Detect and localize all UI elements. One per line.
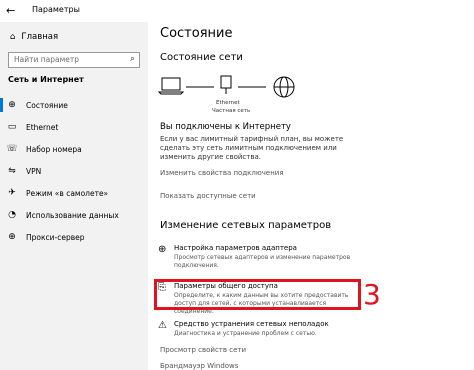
- sidebar-item-label: Режим «в самолете»: [26, 188, 109, 198]
- settings-window: ← Параметры ⌂ Главная Найти параметр ⌕ С…: [0, 0, 474, 370]
- dialup-icon: ☏: [6, 144, 18, 154]
- globe-icon: ⊕: [8, 100, 16, 110]
- troubleshooter-option[interactable]: ⚠ Средство устранения сетевых неполадок …: [158, 320, 368, 344]
- search-icon[interactable]: ⌕: [130, 54, 135, 64]
- ethernet-icon: ▭: [7, 122, 17, 132]
- sidebar-item-dialup[interactable]: ☏ Набор номера: [0, 138, 148, 160]
- connected-heading: Вы подключены к Интернету: [160, 122, 291, 132]
- annotation-step-number: 3: [363, 278, 381, 311]
- globe-icon: [273, 76, 295, 98]
- back-arrow-icon[interactable]: ←: [6, 4, 15, 17]
- option-title: Средство устранения сетевых неполадок: [174, 320, 329, 328]
- sidebar-section-title: Сеть и Интернет: [8, 75, 84, 84]
- network-status-heading: Состояние сети: [160, 52, 243, 63]
- sidebar-item-vpn[interactable]: ⇋ VPN: [0, 160, 148, 182]
- network-type-label: Частная сеть: [212, 108, 251, 114]
- change-connection-properties-link[interactable]: Изменить свойства подключения: [160, 169, 284, 177]
- globe-icon: ⊕: [8, 232, 16, 242]
- adapter-icon: ⊕: [158, 244, 167, 255]
- search-input[interactable]: Найти параметр ⌕: [8, 52, 140, 68]
- view-network-properties-link[interactable]: Просмотр свойств сети: [160, 346, 246, 354]
- airplane-icon: ✈: [8, 188, 16, 198]
- network-diagram: Ethernet Частная сеть: [157, 70, 328, 120]
- option-title: Настройка параметров адаптера: [174, 244, 297, 252]
- home-label: Главная: [21, 32, 59, 42]
- sidebar-item-ethernet[interactable]: ▭ Ethernet: [0, 116, 148, 138]
- annotation-highlight-box: [154, 279, 361, 310]
- search-placeholder: Найти параметр: [14, 55, 79, 64]
- device-label: Ethernet: [216, 100, 240, 106]
- firewall-link[interactable]: Брандмауэр Windows: [160, 362, 238, 370]
- sidebar-item-label: Использование данных: [26, 210, 119, 220]
- sidebar-item-proxy[interactable]: ⊕ Прокси-сервер: [0, 226, 148, 248]
- sidebar-item-label: Прокси-сервер: [26, 232, 85, 242]
- connected-description: Если у вас лимитный тарифный план, вы мо…: [160, 135, 344, 161]
- sidebar-item-label: VPN: [26, 166, 42, 176]
- vpn-icon: ⇋: [8, 166, 16, 176]
- warning-icon: ⚠: [158, 320, 167, 331]
- sidebar-item-label: Набор номера: [26, 144, 82, 154]
- sidebar-item-label: Ethernet: [26, 122, 59, 132]
- ethernet-plug-icon: [220, 75, 232, 94]
- sidebar-item-data-usage[interactable]: ◔ Использование данных: [0, 204, 148, 226]
- show-available-networks-link[interactable]: Показать доступные сети: [160, 192, 256, 200]
- sidebar: ⌂ Главная Найти параметр ⌕ Сеть и Интерн…: [0, 22, 148, 370]
- window-title: Параметры: [32, 5, 80, 14]
- home-icon: ⌂: [10, 32, 16, 42]
- sidebar-item-status[interactable]: ⊕ Состояние: [0, 94, 148, 116]
- option-description: Диагностика и устранение проблем с сетью…: [174, 330, 317, 337]
- option-description: Просмотр сетевых адаптеров и изменение п…: [174, 254, 351, 269]
- scrollbar[interactable]: [466, 22, 474, 370]
- laptop-icon: [157, 77, 185, 95]
- page-title: Состояние: [160, 26, 233, 41]
- main-content: Состояние Состояние сети Ethernet Частна…: [148, 22, 474, 370]
- adapter-settings-option[interactable]: ⊕ Настройка параметров адаптера Просмотр…: [158, 244, 368, 272]
- data-usage-icon: ◔: [8, 210, 16, 220]
- title-bar: ← Параметры: [0, 0, 474, 22]
- sidebar-item-label: Состояние: [26, 100, 68, 110]
- sidebar-item-airplane[interactable]: ✈ Режим «в самолете»: [0, 182, 148, 204]
- change-settings-heading: Изменение сетевых параметров: [160, 220, 332, 231]
- sidebar-home[interactable]: ⌂ Главная: [10, 32, 58, 42]
